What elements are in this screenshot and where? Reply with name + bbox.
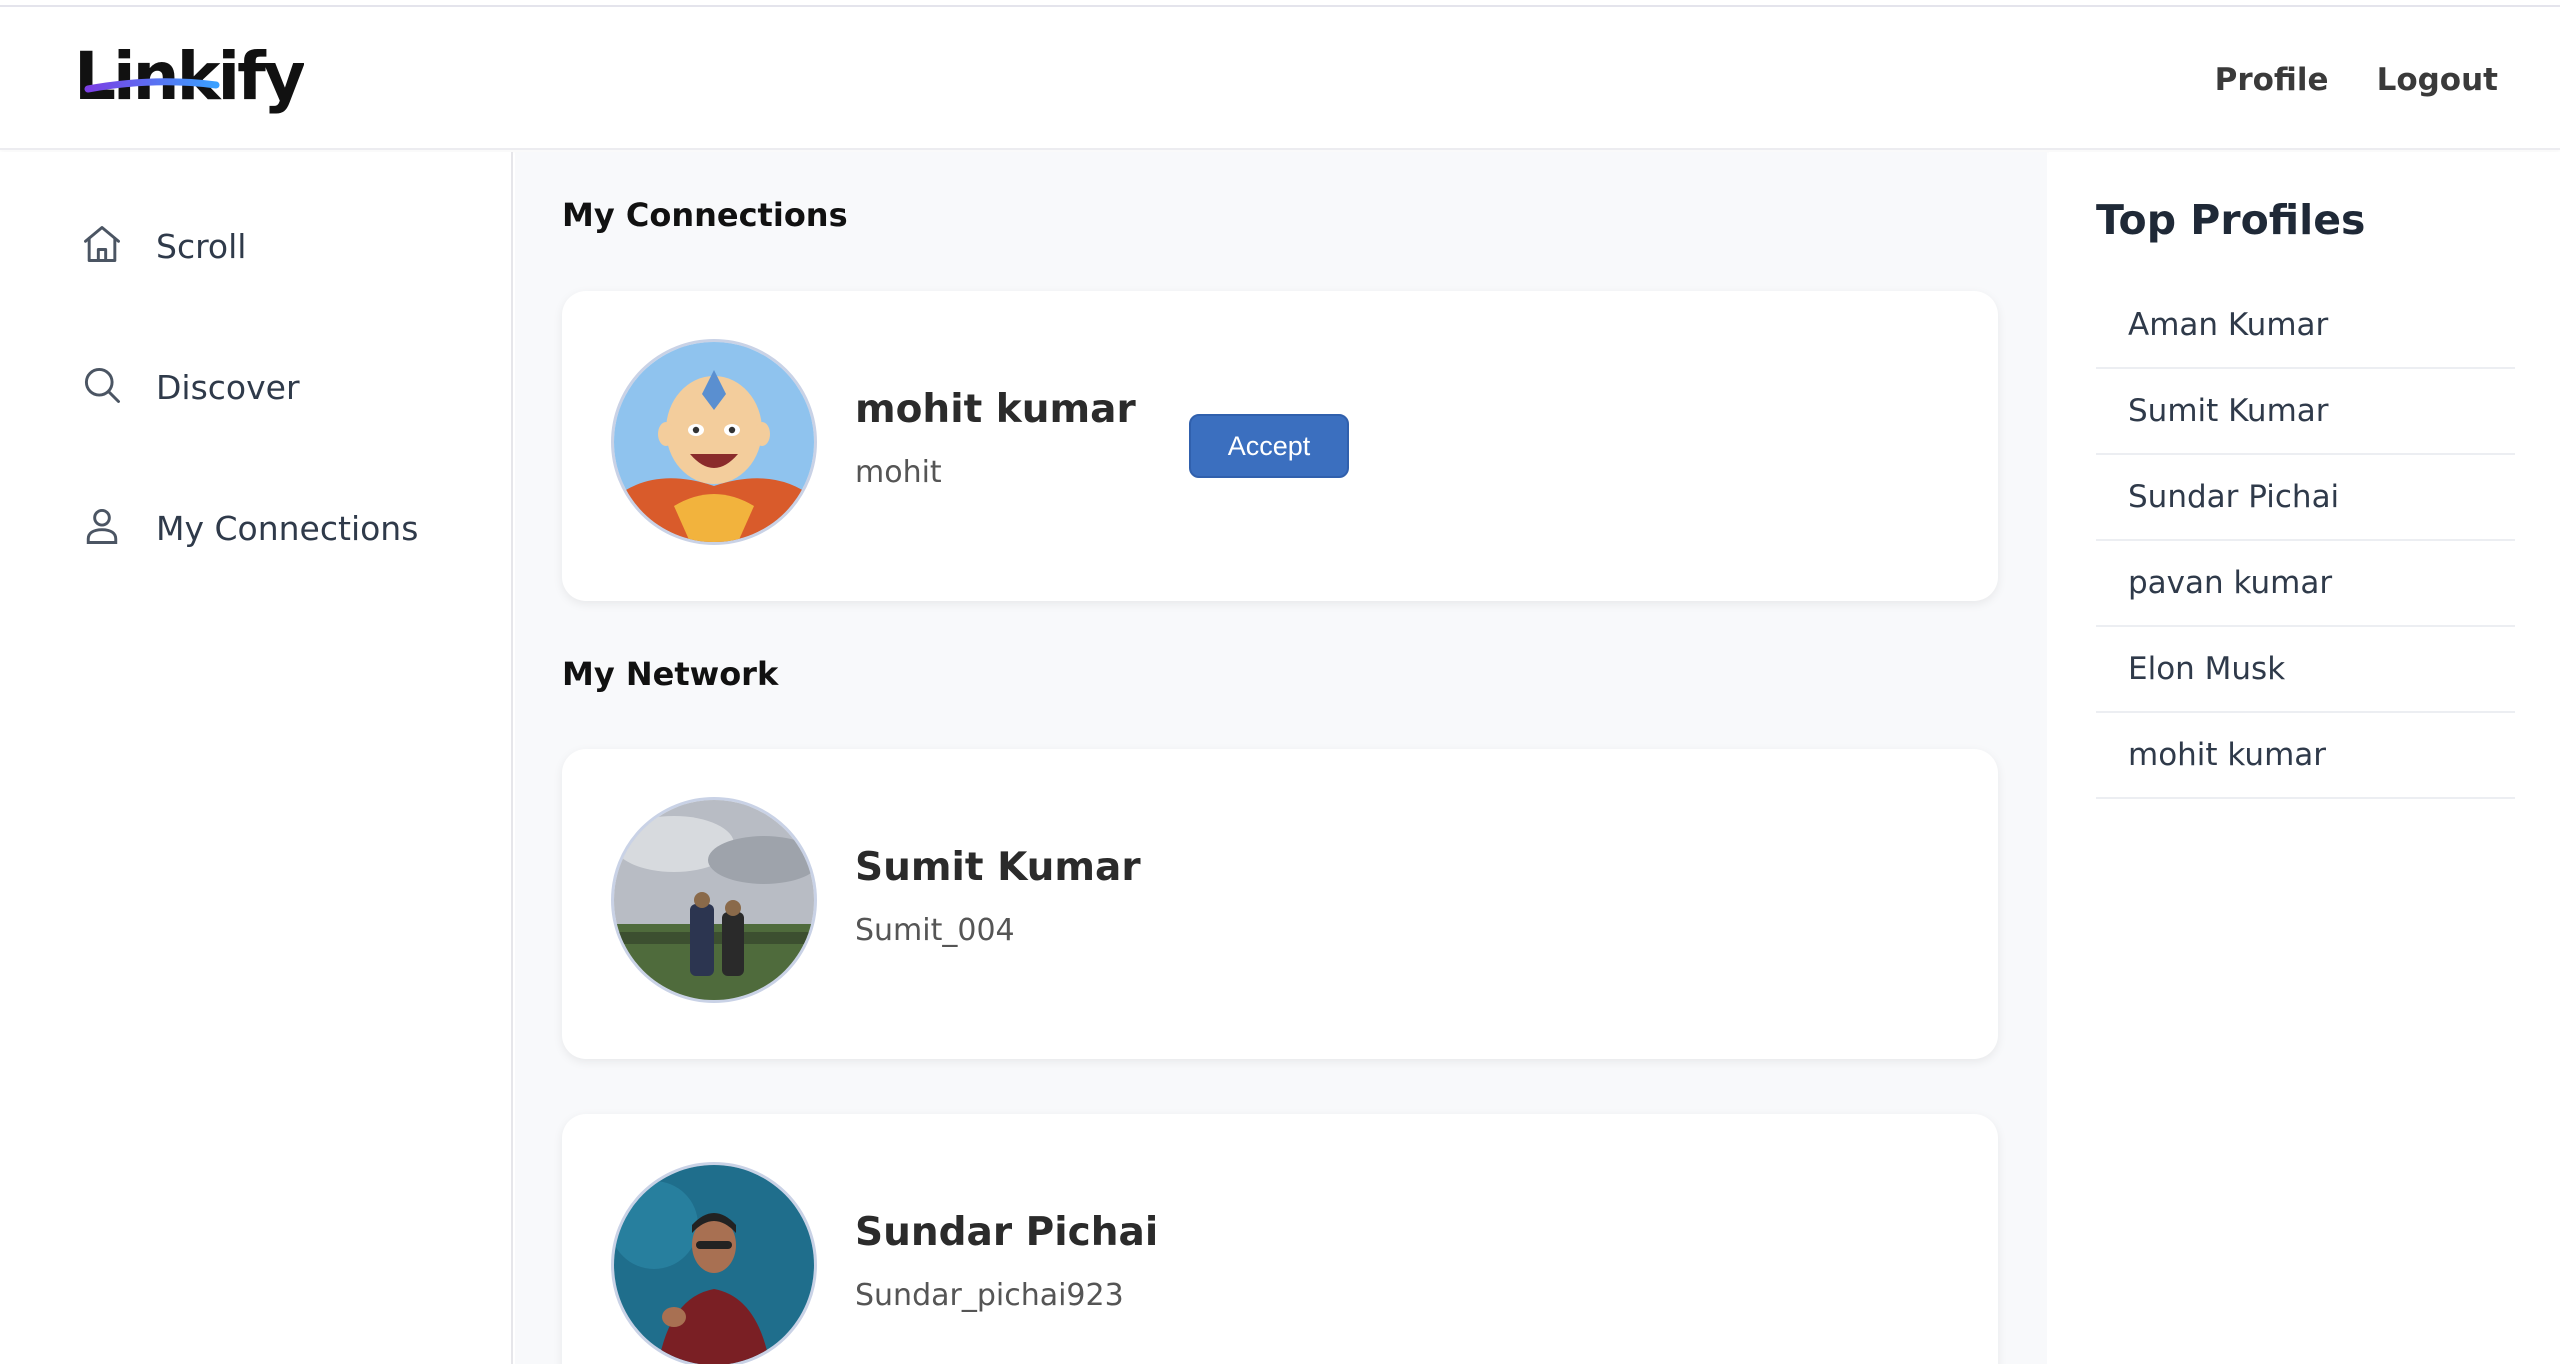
sidebar-item-label: My Connections bbox=[156, 508, 419, 548]
list-item[interactable]: mohit kumar bbox=[2096, 713, 2515, 799]
sidebar-item-scroll[interactable]: Scroll bbox=[80, 222, 246, 270]
list-item[interactable]: Sumit Kumar bbox=[2096, 369, 2515, 455]
list-item[interactable]: Elon Musk bbox=[2096, 627, 2515, 713]
list-item[interactable]: Sundar Pichai bbox=[2096, 455, 2515, 541]
avatar[interactable] bbox=[611, 339, 817, 545]
sidebar-item-label: Scroll bbox=[156, 226, 247, 266]
network-title: My Network bbox=[562, 655, 779, 693]
sidebar-item-my-connections[interactable]: My Connections bbox=[80, 504, 418, 552]
sidebar-item-discover[interactable]: Discover bbox=[80, 363, 300, 411]
network-username: Sumit_004 bbox=[855, 913, 1015, 948]
network-card: Sundar Pichai Sundar_pichai923 bbox=[562, 1114, 1998, 1364]
search-icon bbox=[80, 363, 124, 411]
top-profiles-title: Top Profiles bbox=[2096, 196, 2366, 244]
left-sidebar: Scroll Discover My Connections bbox=[0, 152, 513, 1364]
connections-title: My Connections bbox=[562, 196, 848, 234]
sidebar-item-label: Discover bbox=[156, 367, 300, 407]
connection-card: mohit kumar mohit Accept bbox=[562, 291, 1998, 601]
list-item[interactable]: Aman Kumar bbox=[2096, 283, 2515, 369]
list-item[interactable]: pavan kumar bbox=[2096, 541, 2515, 627]
network-name: Sundar Pichai bbox=[855, 1210, 1159, 1255]
user-icon bbox=[80, 504, 124, 552]
linkify-logo[interactable]: Linkify bbox=[74, 37, 308, 127]
avatar[interactable] bbox=[611, 1162, 817, 1364]
svg-text:Linkify: Linkify bbox=[74, 38, 304, 115]
accept-button[interactable]: Accept bbox=[1189, 414, 1349, 478]
network-card: Sumit Kumar Sumit_004 bbox=[562, 749, 1998, 1059]
profile-link[interactable]: Profile bbox=[2215, 62, 2329, 98]
connection-name: mohit kumar bbox=[855, 387, 1136, 432]
right-sidebar: Top Profiles Aman Kumar Sumit Kumar Sund… bbox=[2049, 152, 2560, 1364]
header-nav: Profile Logout bbox=[2215, 62, 2498, 98]
top-rule bbox=[0, 0, 2560, 7]
connection-username: mohit bbox=[855, 455, 942, 490]
network-name: Sumit Kumar bbox=[855, 845, 1141, 890]
main-content: My Connections mohit kumar mohit Accept … bbox=[515, 152, 2047, 1364]
network-username: Sundar_pichai923 bbox=[855, 1278, 1124, 1313]
header: Linkify Profile Logout bbox=[0, 7, 2560, 150]
avatar[interactable] bbox=[611, 797, 817, 1003]
top-profiles-list: Aman Kumar Sumit Kumar Sundar Pichai pav… bbox=[2096, 283, 2515, 799]
home-icon bbox=[80, 222, 124, 270]
logout-link[interactable]: Logout bbox=[2377, 62, 2498, 98]
